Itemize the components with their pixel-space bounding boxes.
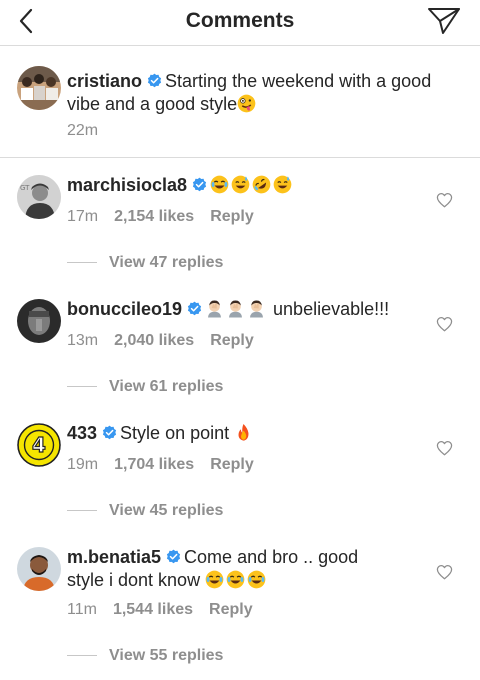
comment-username[interactable]: 433 (67, 423, 97, 443)
comment-meta: 11m 1,544 likes Reply (67, 601, 253, 619)
rofl-icon (252, 175, 271, 194)
reply-button[interactable]: Reply (210, 208, 254, 226)
verified-badge-icon (192, 177, 207, 192)
caption-meta: 22m (67, 122, 98, 140)
heart-icon[interactable] (436, 440, 453, 456)
facepalm-icon (205, 299, 224, 318)
view-replies-button[interactable]: View 47 replies (67, 254, 223, 272)
reply-button[interactable]: Reply (209, 601, 253, 619)
heart-icon[interactable] (436, 564, 453, 580)
header-bar: Comments (0, 0, 480, 46)
view-replies-button[interactable]: View 61 replies (67, 378, 223, 396)
caption-username[interactable]: cristiano (67, 71, 142, 91)
comment-text: m.benatia5 Come and bro .. good style i do… (67, 546, 427, 592)
comment-meta: 19m 1,704 likes Reply (67, 456, 254, 474)
comment-body-line1: Come and bro .. good (184, 547, 359, 567)
divider (67, 262, 97, 264)
comment-meta: 17m 2,154 likes Reply (67, 208, 254, 226)
comment-time: 19m (67, 456, 99, 473)
facepalm-icon (247, 299, 266, 318)
avatar[interactable] (17, 547, 61, 591)
laughing-tears-icon (247, 570, 266, 589)
verified-badge-icon (102, 425, 117, 440)
comment-body: unbelievable!!! (273, 299, 390, 319)
svg-text:4: 4 (32, 433, 46, 457)
comment-time: 13m (67, 332, 99, 349)
comment-username[interactable]: m.benatia5 (67, 547, 161, 567)
heart-icon[interactable] (436, 316, 453, 332)
page-title: Comments (185, 9, 295, 32)
verified-badge-icon (147, 73, 162, 88)
divider (67, 510, 97, 512)
reply-button[interactable]: Reply (210, 456, 254, 474)
comment-username[interactable]: bonuccileo19 (67, 299, 182, 319)
fire-icon (234, 423, 253, 442)
verified-badge-icon (166, 549, 181, 564)
avatar[interactable] (17, 299, 61, 343)
laughing-tears-icon (210, 175, 229, 194)
comment-text: 433 Style on point (67, 422, 427, 445)
reply-button[interactable]: Reply (210, 332, 254, 350)
post-caption: cristiano Starting the weekend with a goo… (0, 47, 480, 158)
view-replies-button[interactable]: View 55 replies (67, 647, 223, 665)
comment-username[interactable]: marchisiocla8 (67, 175, 187, 195)
caption-text: cristiano Starting the weekend with a goo… (67, 70, 457, 116)
laughing-tears-icon (226, 570, 245, 589)
avatar[interactable]: GT (17, 175, 61, 219)
view-replies-label: View 47 replies (109, 254, 224, 271)
comment-text: bonuccileo19 unbelievable!!! (67, 298, 427, 321)
avatar[interactable]: 4 (17, 423, 61, 467)
sweat-smile-icon (231, 175, 250, 194)
comment-time: 17m (67, 208, 99, 225)
heart-icon[interactable] (436, 192, 453, 208)
paper-plane-icon[interactable] (426, 6, 462, 36)
comment-text: marchisiocla8 (67, 174, 427, 197)
caption-time: 22m (67, 122, 99, 139)
view-replies-label: View 55 replies (109, 647, 224, 664)
comment-time: 11m (67, 601, 97, 618)
comment-body: Style on point (120, 423, 230, 443)
likes-count[interactable]: 1,704 likes (114, 456, 194, 474)
facepalm-icon (226, 299, 245, 318)
svg-text:GT: GT (20, 184, 30, 192)
view-replies-label: View 45 replies (109, 502, 224, 519)
likes-count[interactable]: 2,040 likes (114, 332, 194, 350)
comment-body-line2: style i dont know (67, 570, 201, 590)
likes-count[interactable]: 1,544 likes (113, 601, 193, 619)
divider (67, 655, 97, 657)
divider (67, 386, 97, 388)
likes-count[interactable]: 2,154 likes (114, 208, 194, 226)
view-replies-button[interactable]: View 45 replies (67, 502, 223, 520)
laughing-tears-icon (205, 570, 224, 589)
zany-face-icon (237, 94, 256, 113)
comment-meta: 13m 2,040 likes Reply (67, 332, 254, 350)
sweat-smile-icon (273, 175, 292, 194)
verified-badge-icon (187, 301, 202, 316)
view-replies-label: View 61 replies (109, 378, 224, 395)
avatar[interactable] (17, 66, 61, 110)
